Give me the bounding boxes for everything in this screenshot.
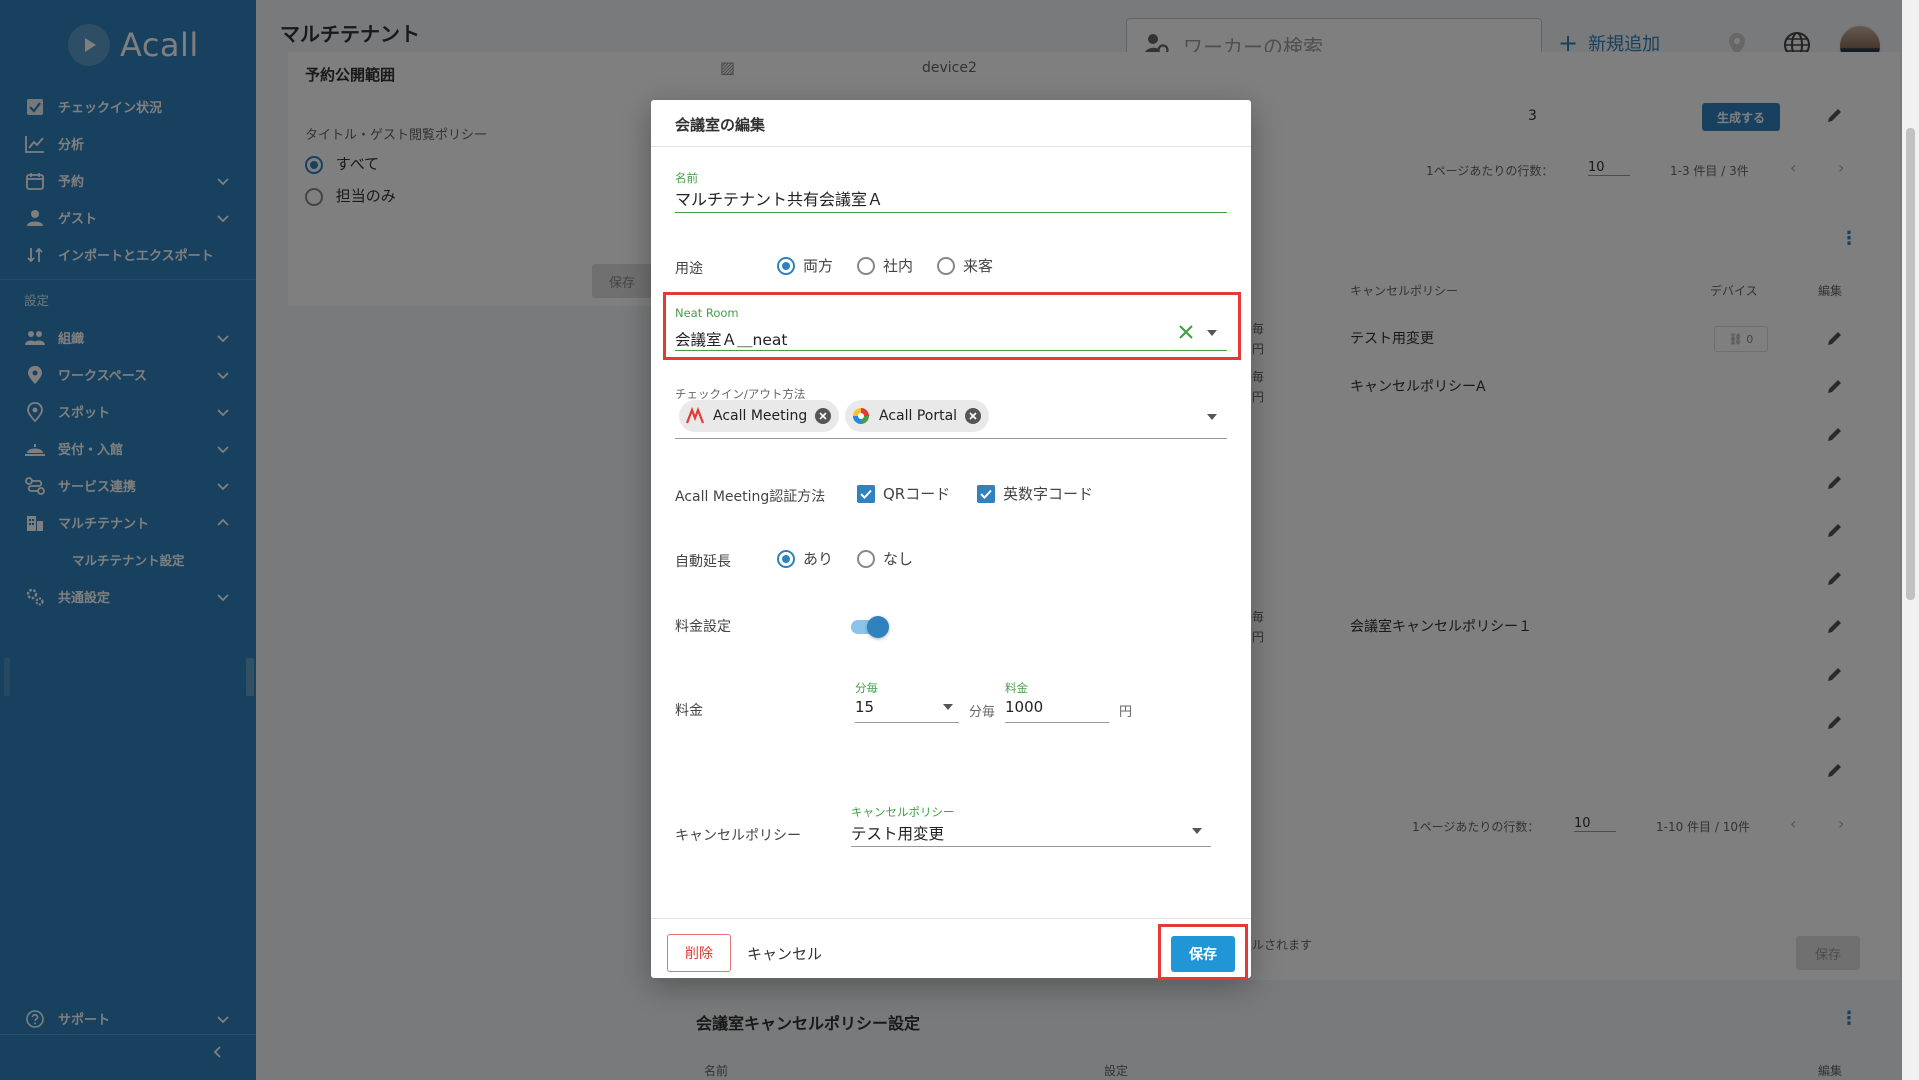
usage-option-label: 社内 (883, 257, 914, 275)
delete-button[interactable]: 削除 (667, 934, 731, 972)
cancel-policy-underline (851, 846, 1211, 847)
auth-method-label: Acall Meeting認証方法 (675, 489, 826, 505)
dialog-header-divider (651, 146, 1251, 147)
auth-alnum-checkbox[interactable]: 英数字コード (977, 483, 1093, 504)
auth-qr-checkbox[interactable]: QRコード (857, 483, 950, 504)
price-underline (1005, 722, 1109, 723)
radio-unselected[interactable] (857, 256, 875, 275)
usage-option-label: 両方 (803, 257, 834, 275)
fee-setting-toggle[interactable] (851, 616, 889, 638)
usage-label: 用途 (675, 261, 703, 277)
dialog-title: 会議室の編集 (675, 116, 766, 134)
chip-acall-portal[interactable]: Acall Portal (845, 400, 990, 432)
highlight-neat-room (663, 292, 1241, 360)
auth-option-label: 英数字コード (1003, 485, 1094, 503)
per-minutes-field-label: 分毎 (855, 681, 878, 695)
checkin-underline (675, 438, 1227, 439)
name-underline (675, 212, 1227, 213)
cancel-policy-field-label: キャンセルポリシー (851, 805, 955, 819)
name-input[interactable]: マルチテナント共有会議室Ａ (675, 186, 883, 210)
remove-chip-icon[interactable] (965, 408, 982, 424)
auth-option-label: QRコード (883, 485, 951, 503)
per-minutes-suffix: 分毎 (969, 705, 996, 720)
toggle-knob (867, 616, 889, 638)
usage-option-internal[interactable]: 社内 (857, 255, 913, 276)
chip-label: Acall Meeting (713, 408, 808, 424)
fee-setting-label: 料金設定 (675, 619, 731, 635)
chevron-down-icon[interactable] (943, 704, 953, 710)
chevron-down-icon[interactable] (1207, 414, 1217, 420)
name-field-label: 名前 (675, 171, 698, 185)
usage-option-visitor[interactable]: 来客 (937, 255, 993, 276)
radio-selected[interactable] (777, 256, 795, 275)
auto-extend-option-label: なし (883, 550, 914, 568)
dialog-footer-divider (651, 918, 1251, 919)
remove-chip-icon[interactable] (815, 408, 832, 424)
price-field-label: 料金 (1005, 681, 1028, 695)
auto-extend-option-label: あり (803, 550, 834, 568)
acall-portal-logo-icon (853, 408, 869, 424)
price-input[interactable]: 1000 (1005, 698, 1043, 716)
usage-option-label: 来客 (963, 257, 994, 275)
auto-extend-yes[interactable]: あり (777, 548, 833, 569)
chip-acall-meeting[interactable]: Acall Meeting (679, 400, 840, 432)
edit-room-dialog: 会議室の編集 名前 マルチテナント共有会議室Ａ 用途 両方 社内 来客 Neat… (651, 100, 1251, 980)
radio-selected[interactable] (777, 549, 795, 568)
usage-option-both[interactable]: 両方 (777, 255, 833, 276)
highlight-save-button (1158, 924, 1248, 980)
auto-extend-label: 自動延長 (675, 554, 731, 570)
fee-label: 料金 (675, 703, 703, 719)
cancel-button[interactable]: キャンセル (747, 934, 822, 972)
price-unit: 円 (1119, 705, 1133, 720)
per-minutes-underline (855, 722, 959, 723)
cancel-policy-label: キャンセルポリシー (675, 828, 801, 844)
auto-extend-no[interactable]: なし (857, 548, 913, 569)
per-minutes-select[interactable]: 15 (855, 698, 874, 716)
checkbox-checked[interactable] (977, 484, 995, 503)
radio-unselected[interactable] (857, 549, 875, 568)
checkbox-checked[interactable] (857, 484, 875, 503)
page-scrollbar-thumb[interactable] (1906, 128, 1915, 600)
acall-meeting-logo-icon (685, 407, 705, 424)
chevron-down-icon[interactable] (1192, 828, 1202, 834)
radio-unselected[interactable] (937, 256, 955, 275)
chip-label: Acall Portal (879, 408, 958, 424)
cancel-policy-select[interactable]: テスト用変更 (851, 822, 944, 844)
